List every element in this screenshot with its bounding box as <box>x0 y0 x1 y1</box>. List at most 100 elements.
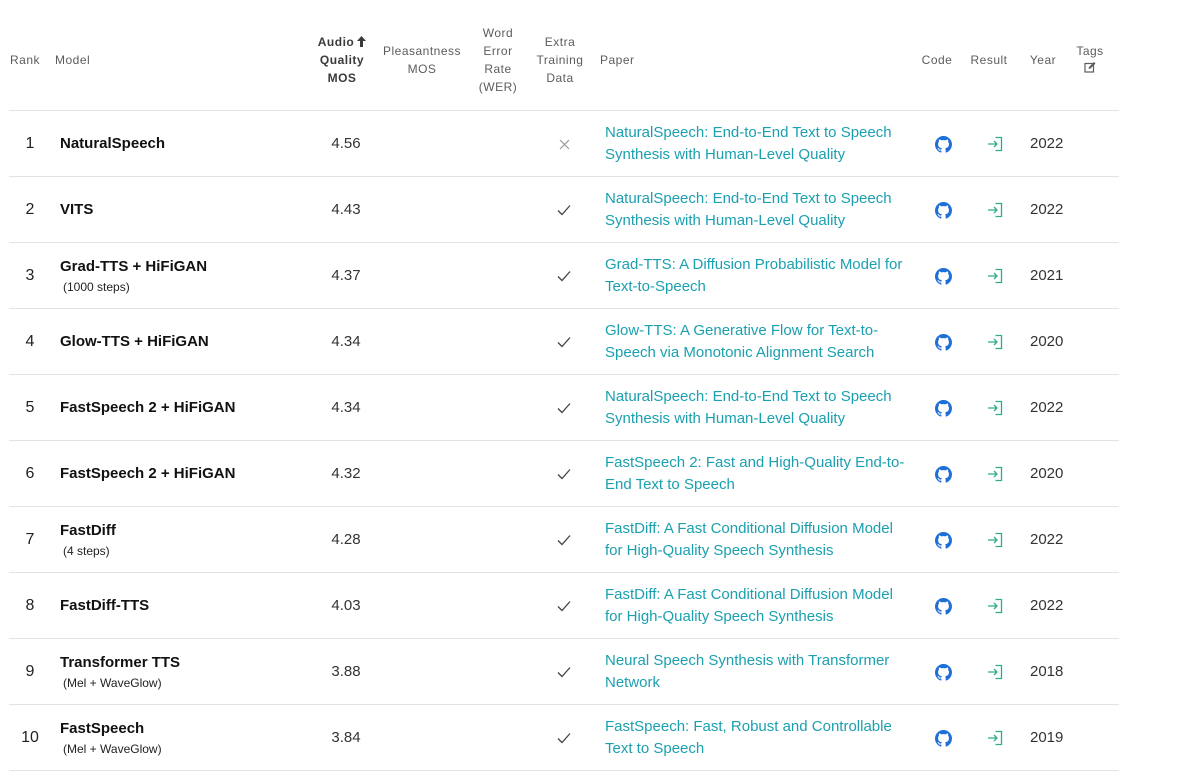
model-variant: (Mel + WaveGlow) <box>63 742 162 756</box>
model-cell[interactable]: FastSpeech 2 + HiFiGAN <box>60 375 235 441</box>
model-cell[interactable]: FastDiff-TTS <box>60 573 149 639</box>
model-name[interactable]: FastSpeech 2 + HiFiGAN <box>60 397 235 419</box>
model-name[interactable]: Transformer TTS <box>60 652 180 674</box>
sign-in-icon[interactable] <box>987 136 1003 152</box>
paper-title-line: End Text to Speech <box>605 476 735 493</box>
extra-training-data-cell <box>549 375 579 441</box>
table-row[interactable]: 5 FastSpeech 2 + HiFiGAN 4.34 NaturalSpe… <box>9 375 1119 441</box>
sign-in-icon[interactable] <box>987 532 1003 548</box>
year-cell: 2018 <box>1030 663 1064 680</box>
extra-training-data-cell <box>549 573 579 639</box>
header-result[interactable]: Result <box>967 51 1011 69</box>
header-rank[interactable]: Rank <box>9 51 41 69</box>
header-extra-line1: Extra <box>544 35 576 49</box>
github-icon[interactable] <box>934 267 952 285</box>
github-icon[interactable] <box>934 597 952 615</box>
model-name[interactable]: FastSpeech <box>60 718 162 740</box>
paper-cell: FastDiff: A Fast Conditional Diffusion M… <box>605 573 915 639</box>
paper-link[interactable]: Glow-TTS: A Generative Flow for Text-to-… <box>605 320 878 364</box>
github-icon[interactable] <box>934 531 952 549</box>
paper-link[interactable]: FastDiff: A Fast Conditional Diffusion M… <box>605 584 893 628</box>
paper-cell: NaturalSpeech: End-to-End Text to Speech… <box>605 375 915 441</box>
github-icon[interactable] <box>934 663 952 681</box>
header-wer[interactable]: Word Error Rate (WER) <box>473 24 523 96</box>
github-icon[interactable] <box>934 135 952 153</box>
sign-in-icon[interactable] <box>987 202 1003 218</box>
header-model[interactable]: Model <box>55 51 90 69</box>
header-paper[interactable]: Paper <box>600 51 635 69</box>
header-audio-quality-mos[interactable]: Audio Quality MOS <box>310 33 374 87</box>
paper-title-line: Network <box>605 674 661 691</box>
result-cell <box>982 573 1008 639</box>
header-tags[interactable]: Tags <box>1073 42 1107 78</box>
result-cell <box>982 507 1008 573</box>
model-name[interactable]: FastDiff <box>60 520 116 542</box>
checkmark-icon <box>557 469 571 480</box>
edit-icon[interactable] <box>1084 61 1096 73</box>
table-row[interactable]: 9 Transformer TTS (Mel + WaveGlow) 3.88 … <box>9 639 1119 705</box>
year-cell: 2022 <box>1030 135 1064 152</box>
paper-cell: FastSpeech: Fast, Robust and Controllabl… <box>605 705 915 771</box>
github-icon[interactable] <box>934 333 952 351</box>
paper-link[interactable]: FastSpeech 2: Fast and High-Quality End-… <box>605 452 904 496</box>
model-name[interactable]: Glow-TTS + HiFiGAN <box>60 331 209 353</box>
model-cell[interactable]: Grad-TTS + HiFiGAN (1000 steps) <box>60 243 207 309</box>
paper-link[interactable]: FastDiff: A Fast Conditional Diffusion M… <box>605 518 893 562</box>
sign-in-icon[interactable] <box>987 400 1003 416</box>
table-row[interactable]: 10 FastSpeech (Mel + WaveGlow) 3.84 Fast… <box>9 705 1119 771</box>
header-year[interactable]: Year <box>1025 51 1061 69</box>
model-cell[interactable]: FastSpeech (Mel + WaveGlow) <box>60 705 162 771</box>
header-pleasantness-mos[interactable]: Pleasantness MOS <box>379 42 465 78</box>
model-cell[interactable]: NaturalSpeech <box>60 111 165 177</box>
table-row[interactable]: 2 VITS 4.43 NaturalSpeech: End-to-End Te… <box>9 177 1119 243</box>
github-icon[interactable] <box>934 399 952 417</box>
paper-cell: NaturalSpeech: End-to-End Text to Speech… <box>605 111 915 177</box>
model-cell[interactable]: FastSpeech 2 + HiFiGAN <box>60 441 235 507</box>
year-cell: 2019 <box>1030 729 1064 746</box>
header-code[interactable]: Code <box>917 51 957 69</box>
paper-title-line: Synthesis with Human-Level Quality <box>605 212 846 229</box>
paper-link[interactable]: FastSpeech: Fast, Robust and Controllabl… <box>605 716 892 760</box>
model-name[interactable]: Grad-TTS + HiFiGAN <box>60 256 207 278</box>
paper-link[interactable]: Neural Speech Synthesis with Transformer… <box>605 650 889 694</box>
result-cell <box>982 705 1008 771</box>
model-cell[interactable]: Glow-TTS + HiFiGAN <box>60 309 209 375</box>
paper-link[interactable]: Grad-TTS: A Diffusion Probabilistic Mode… <box>605 254 902 298</box>
paper-link[interactable]: NaturalSpeech: End-to-End Text to Speech… <box>605 122 892 166</box>
header-tags-label: Tags <box>1076 44 1104 58</box>
paper-link[interactable]: NaturalSpeech: End-to-End Text to Speech… <box>605 188 892 232</box>
github-icon[interactable] <box>934 729 952 747</box>
audio-quality-mos-value: 4.34 <box>331 333 361 350</box>
model-cell[interactable]: FastDiff (4 steps) <box>60 507 116 573</box>
table-row[interactable]: 6 FastSpeech 2 + HiFiGAN 4.32 FastSpeech… <box>9 441 1119 507</box>
github-icon[interactable] <box>934 465 952 483</box>
model-variant: (1000 steps) <box>63 280 130 294</box>
paper-link[interactable]: NaturalSpeech: End-to-End Text to Speech… <box>605 386 892 430</box>
table-row[interactable]: 1 NaturalSpeech 4.56 NaturalSpeech: End-… <box>9 111 1119 177</box>
header-audio-quality-line1: Audio <box>317 35 355 49</box>
model-name[interactable]: NaturalSpeech <box>60 133 165 155</box>
sign-in-icon[interactable] <box>987 268 1003 284</box>
table-row[interactable]: 7 FastDiff (4 steps) 4.28 FastDiff: A Fa… <box>9 507 1119 573</box>
model-name[interactable]: FastSpeech 2 + HiFiGAN <box>60 463 235 485</box>
model-cell[interactable]: Transformer TTS (Mel + WaveGlow) <box>60 639 180 705</box>
paper-title-line: Text-to-Speech <box>605 278 706 295</box>
sign-in-icon[interactable] <box>987 598 1003 614</box>
rank-cell: 7 <box>25 531 35 548</box>
sign-in-icon[interactable] <box>987 664 1003 680</box>
sign-in-icon[interactable] <box>987 730 1003 746</box>
model-name[interactable]: VITS <box>60 199 93 221</box>
model-cell[interactable]: VITS <box>60 177 93 243</box>
rank-cell: 10 <box>21 729 39 746</box>
header-audio-quality-line3: MOS <box>327 71 357 85</box>
table-row[interactable]: 8 FastDiff-TTS 4.03 FastDiff: A Fast Con… <box>9 573 1119 639</box>
sign-in-icon[interactable] <box>987 466 1003 482</box>
github-icon[interactable] <box>934 201 952 219</box>
header-extra-training-data[interactable]: Extra Training Data <box>530 33 590 87</box>
code-cell <box>930 705 956 771</box>
sign-in-icon[interactable] <box>987 334 1003 350</box>
model-name[interactable]: FastDiff-TTS <box>60 595 149 617</box>
table-row[interactable]: 3 Grad-TTS + HiFiGAN (1000 steps) 4.37 G… <box>9 243 1119 309</box>
table-row[interactable]: 4 Glow-TTS + HiFiGAN 4.34 Glow-TTS: A Ge… <box>9 309 1119 375</box>
audio-quality-mos-value: 4.32 <box>331 465 361 482</box>
